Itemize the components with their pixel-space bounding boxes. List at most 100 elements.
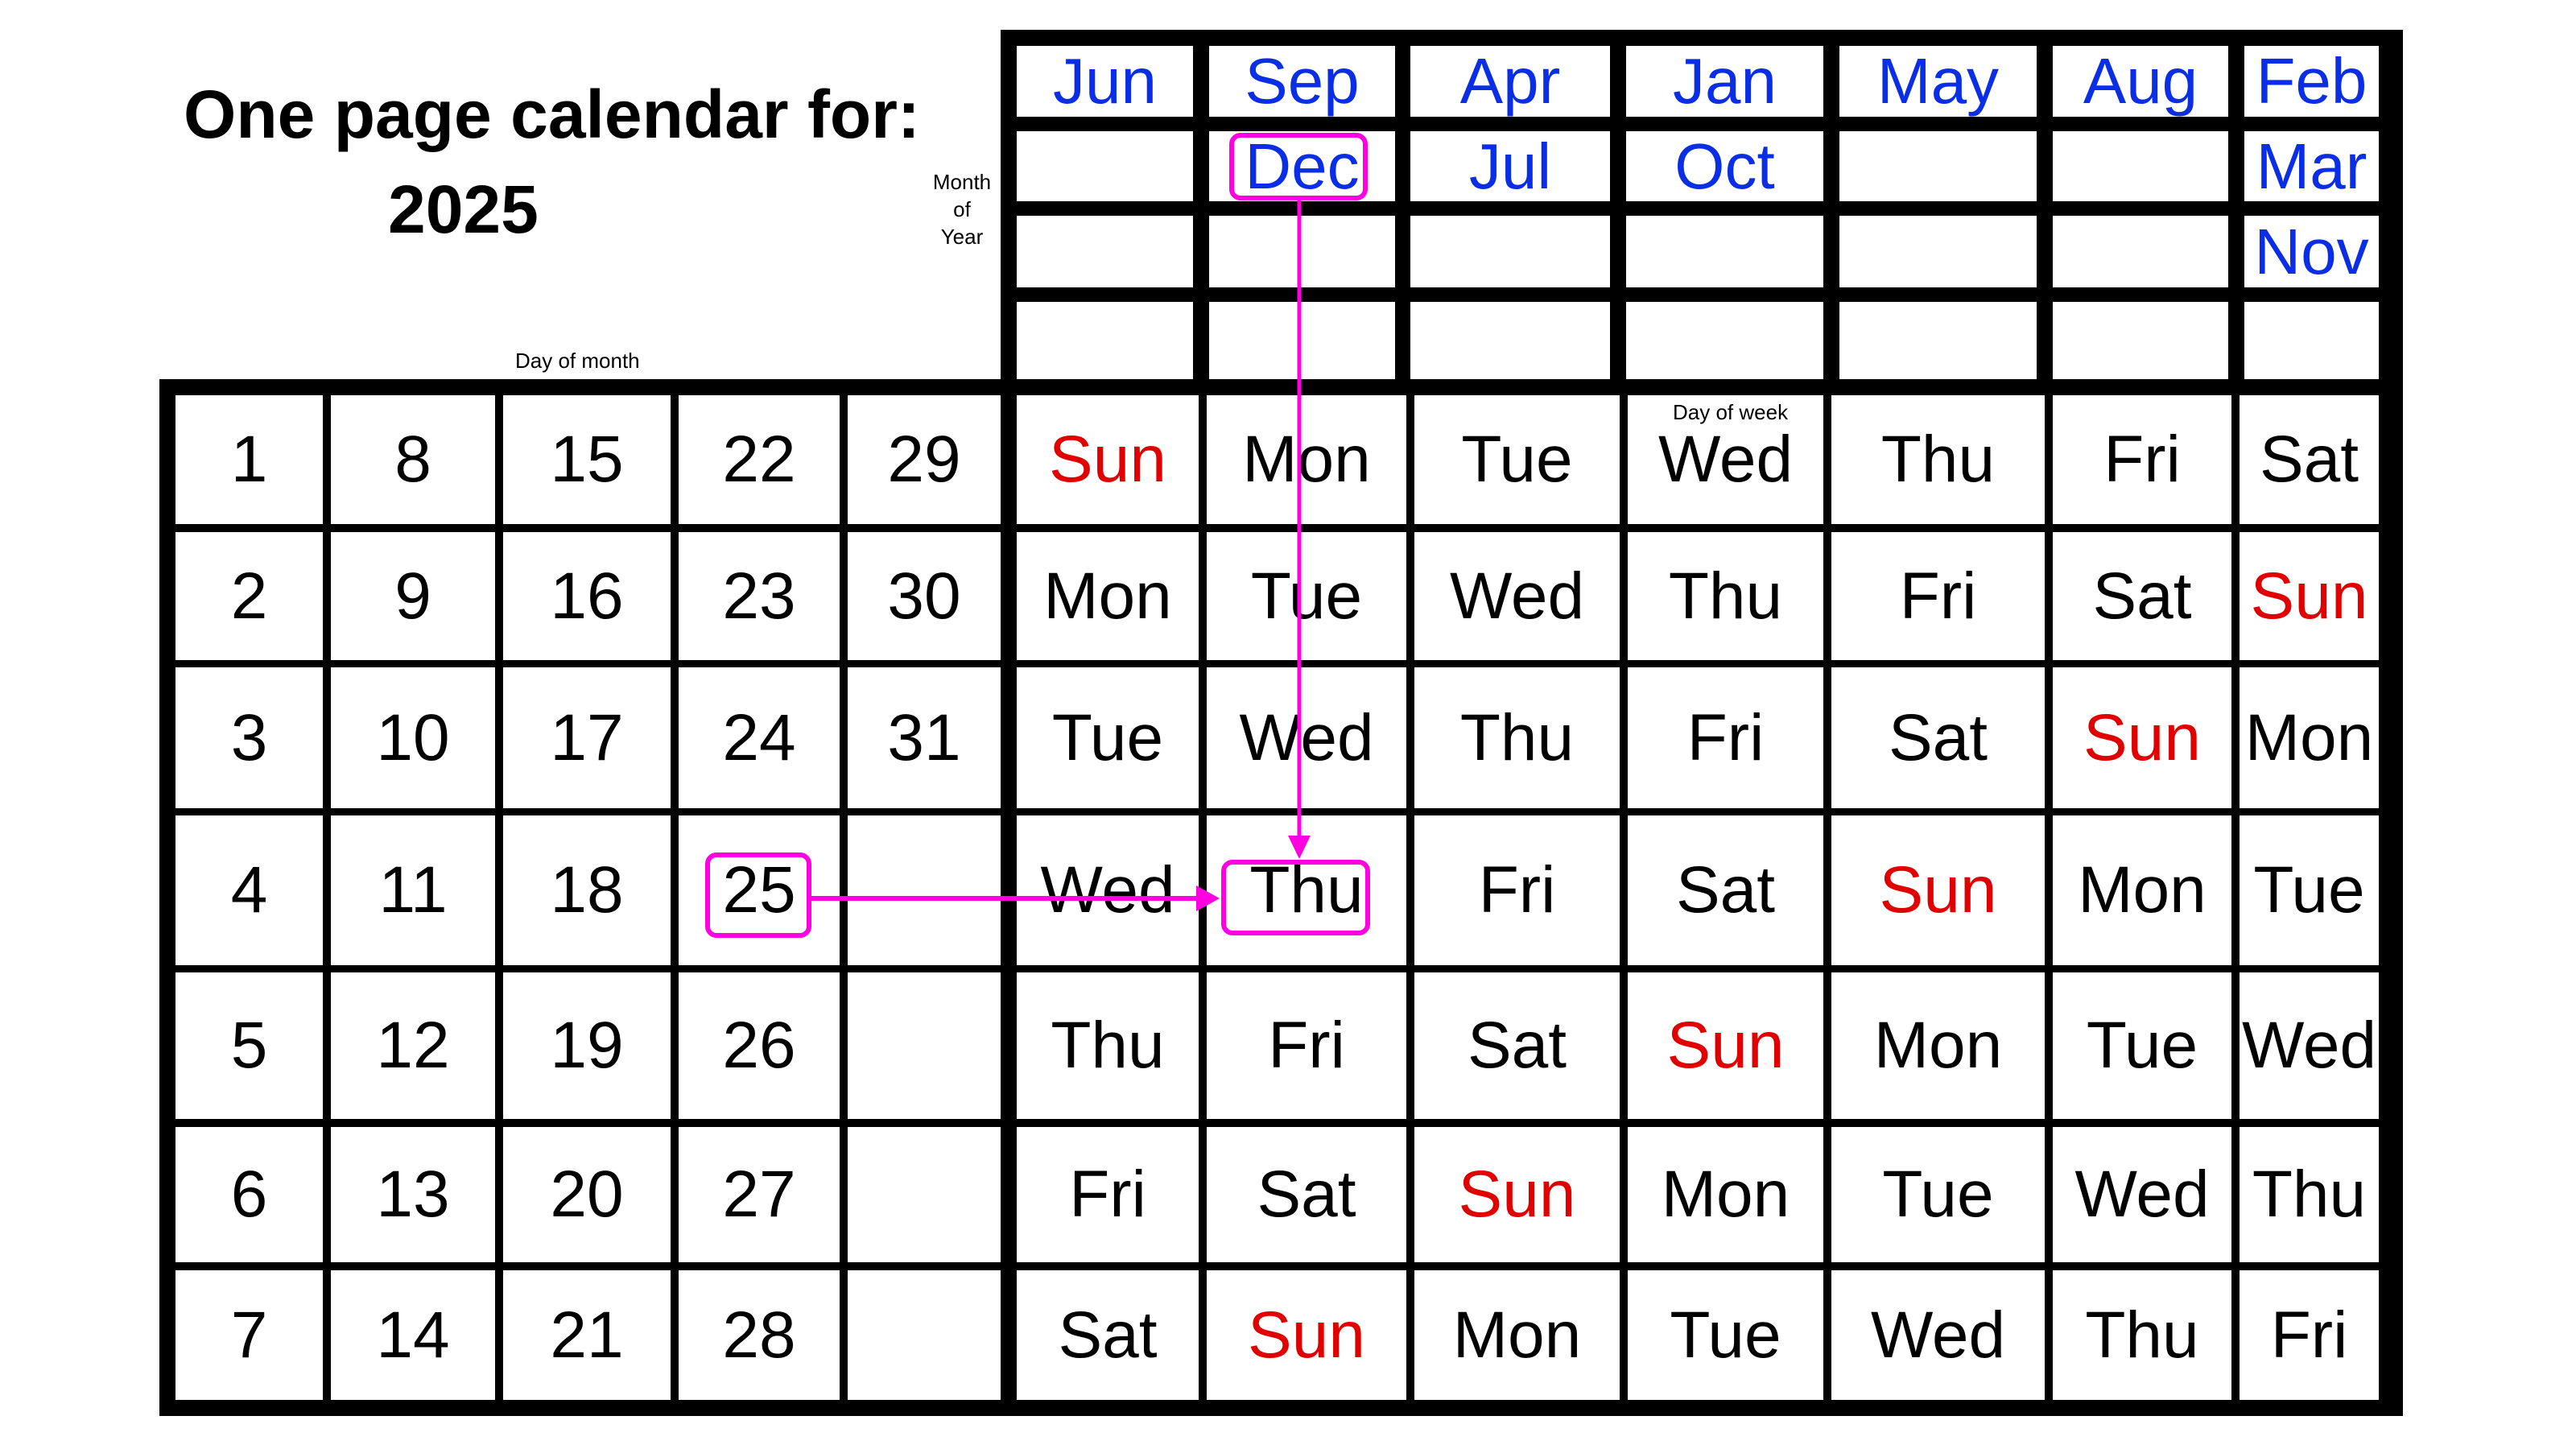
month-cell-empty <box>1839 302 2037 379</box>
weekday-cell-fri: Fri <box>1686 700 1765 774</box>
day-cell-18: 18 <box>550 853 624 927</box>
day-cell-5: 5 <box>230 1009 268 1082</box>
weekday-cell-sat: Sat <box>1467 1009 1567 1082</box>
weekday-cell-mon: Mon <box>2078 853 2207 927</box>
weekday-cell-mon: Mon <box>1873 1009 2003 1082</box>
calendar-title: One page calendar for: <box>184 76 920 152</box>
month-cell-empty <box>1839 216 2037 287</box>
weekday-cell-thu: Thu <box>1880 423 1996 496</box>
day-cell-29: 29 <box>887 423 961 496</box>
weekday-cell-sat: Sat <box>1257 1158 1356 1231</box>
highlight-weekday-thu <box>1221 860 1370 935</box>
weekday-cell-sat: Sat <box>1058 1298 1158 1372</box>
month-cell-empty <box>1626 302 1823 379</box>
month-cell-empty <box>2053 216 2228 287</box>
day-cell-2: 2 <box>230 559 268 633</box>
weekday-cell-tue: Tue <box>1051 700 1164 774</box>
day-cell-19: 19 <box>550 1009 624 1082</box>
day-cell-13: 13 <box>376 1158 450 1231</box>
dow-col-line <box>1199 379 1207 1416</box>
day-cell-30: 30 <box>887 559 961 633</box>
day-cell-1: 1 <box>230 423 268 496</box>
weekday-cell-sun: Sun <box>1666 1009 1785 1082</box>
month-of-year-label-line3: Year <box>940 224 984 249</box>
weekday-cell-sun: Sun <box>1049 423 1166 496</box>
day-cell-empty <box>848 1127 1001 1262</box>
day-cell-12: 12 <box>376 1009 450 1082</box>
day-cell-27: 27 <box>722 1158 796 1231</box>
weekday-cell-fri: Fri <box>1899 559 1977 633</box>
weekday-cell-thu: Thu <box>1668 559 1783 633</box>
dom-col-line <box>323 379 331 1416</box>
month-cell-jul: Jul <box>1468 130 1552 202</box>
month-cell-feb: Feb <box>2256 45 2368 117</box>
calendar-year: 2025 <box>388 171 539 247</box>
day-cell-10: 10 <box>376 700 450 774</box>
weekday-cell-sun: Sun <box>1248 1298 1365 1372</box>
day-cell-11: 11 <box>378 853 448 927</box>
weekday-cell-thu: Thu <box>2085 1298 2199 1372</box>
border-lower-left <box>159 379 175 1416</box>
day-cell-23: 23 <box>722 559 796 633</box>
day-cell-8: 8 <box>394 423 431 496</box>
upper-col-line <box>2228 30 2244 395</box>
month-cell-empty <box>2053 131 2228 201</box>
month-of-year-label: Month of Year <box>926 169 998 250</box>
weekday-cell-tue: Tue <box>1461 423 1573 496</box>
month-cell-jan: Jan <box>1673 45 1777 117</box>
day-cell-17: 17 <box>550 700 624 774</box>
dom-col-line <box>840 379 848 1416</box>
weekday-cell-tue: Tue <box>2086 1009 2198 1082</box>
month-cell-aug: Aug <box>2083 45 2198 117</box>
day-cell-6: 6 <box>230 1158 268 1231</box>
weekday-cell-thu: Thu <box>1459 700 1575 774</box>
upper-col-line <box>1193 30 1209 395</box>
dow-col-line <box>2231 379 2240 1416</box>
dom-col-line <box>495 379 503 1416</box>
upper-col-line <box>1823 30 1839 395</box>
month-cell-sep: Sep <box>1245 45 1360 117</box>
upper-col-line <box>2037 30 2053 395</box>
day-cell-21: 21 <box>550 1298 624 1372</box>
weekday-cell-mon: Mon <box>1043 559 1172 633</box>
day-cell-empty <box>848 972 1001 1119</box>
month-cell-empty <box>1017 302 1193 379</box>
dow-col-line <box>2045 379 2053 1416</box>
weekday-cell-tue: Tue <box>2253 853 2365 927</box>
weekday-cell-fri: Fri <box>2103 423 2181 496</box>
day-cell-3: 3 <box>230 700 268 774</box>
month-cell-empty <box>1839 131 2037 201</box>
month-cell-empty <box>1410 302 1610 379</box>
weekday-cell-sat: Sat <box>1888 700 1988 774</box>
weekday-cell-thu: Thu <box>2252 1158 2367 1231</box>
month-cell-empty <box>1209 216 1395 287</box>
border-upper-left <box>1001 30 1017 1416</box>
weekday-cell-fri: Fri <box>1268 1009 1345 1082</box>
month-cell-empty <box>1209 302 1395 379</box>
upper-col-line <box>1610 30 1626 395</box>
month-cell-empty <box>2244 302 2379 379</box>
weekday-cell-wed: Wed <box>2241 1009 2377 1082</box>
dom-col-line <box>671 379 679 1416</box>
month-cell-empty <box>1626 216 1823 287</box>
weekday-cell-sun: Sun <box>2250 559 2368 633</box>
month-cell-apr: Apr <box>1459 45 1561 117</box>
weekday-cell-sat: Sat <box>1675 853 1776 927</box>
day-cell-24: 24 <box>722 700 796 774</box>
upper-row-line <box>1001 201 2403 216</box>
weekday-cell-mon: Mon <box>1242 423 1371 496</box>
weekday-cell-mon: Mon <box>1661 1158 1790 1231</box>
month-cell-nov: Nov <box>2254 215 2369 287</box>
upper-row-line <box>1001 117 2403 131</box>
border-right <box>2379 30 2403 1416</box>
weekday-cell-tue: Tue <box>1882 1158 1994 1231</box>
day-cell-empty <box>848 1270 1001 1400</box>
month-cell-oct: Oct <box>1674 130 1775 202</box>
upper-row-line <box>1001 287 2403 302</box>
month-cell-empty <box>1410 216 1610 287</box>
weekday-cell-fri: Fri <box>1478 853 1556 927</box>
day-cell-empty <box>848 815 1001 965</box>
day-cell-16: 16 <box>550 559 624 633</box>
upper-col-line <box>1395 30 1410 395</box>
dow-col-line <box>1823 379 1831 1416</box>
